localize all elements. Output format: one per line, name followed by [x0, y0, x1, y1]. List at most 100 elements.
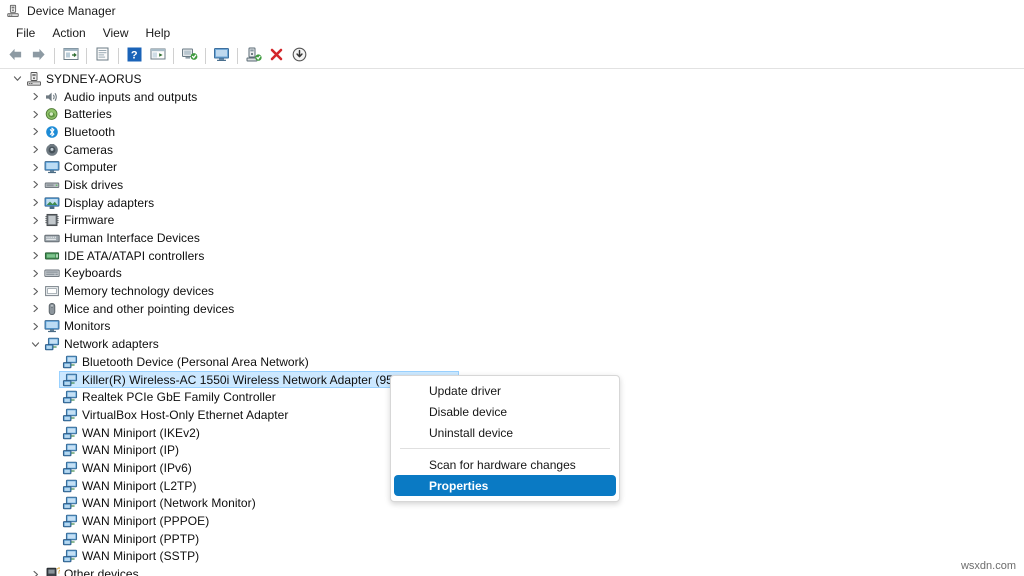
tree-row-label: WAN Miniport (SSTP): [79, 549, 199, 563]
menu-item-action[interactable]: Action: [44, 24, 94, 42]
tree-row[interactable]: IDE ATA/ATAPI controllers: [0, 247, 1024, 265]
context-menu-separator: [400, 448, 610, 449]
toolbar-separator-3: [118, 48, 119, 64]
tree-row[interactable]: Disk drives: [0, 176, 1024, 194]
chevron-right-icon[interactable]: [28, 251, 43, 260]
network-adapter-icon: [61, 425, 79, 441]
export-list-button[interactable]: [146, 45, 169, 67]
chevron-down-icon[interactable]: [10, 74, 25, 83]
tree-row-label: SYDNEY-AORUS: [43, 72, 142, 86]
context-menu-item[interactable]: Uninstall device: [394, 422, 616, 443]
tree-row-label: WAN Miniport (PPTP): [79, 532, 199, 546]
chevron-right-icon[interactable]: [28, 570, 43, 576]
chevron-down-icon[interactable]: [28, 340, 43, 349]
network-adapter-icon: [61, 442, 79, 458]
tree-row-label: WAN Miniport (IP): [79, 443, 179, 457]
network-adapter-icon: [61, 389, 79, 405]
menu-item-file[interactable]: File: [8, 24, 44, 42]
menu-item-view[interactable]: View: [95, 24, 138, 42]
speaker-icon: [43, 89, 61, 105]
chevron-right-icon[interactable]: [28, 110, 43, 119]
tree-row-label: Bluetooth: [61, 125, 115, 139]
context-menu-item[interactable]: Update driver: [394, 380, 616, 401]
chevron-right-icon[interactable]: [28, 127, 43, 136]
tree-row-label: Monitors: [61, 319, 110, 333]
tree-row[interactable]: Bluetooth: [0, 123, 1024, 141]
tree-row[interactable]: WAN Miniport (SSTP): [0, 548, 1024, 566]
chevron-right-icon[interactable]: [28, 163, 43, 172]
tree-row-label: Memory technology devices: [61, 284, 214, 298]
tree-row[interactable]: Audio inputs and outputs: [0, 88, 1024, 106]
tree-row-label: Network adapters: [61, 337, 159, 351]
bluetooth-icon: [43, 124, 61, 140]
network-adapter-icon: [61, 372, 79, 388]
forward-button[interactable]: [27, 45, 50, 67]
help-button[interactable]: ?: [123, 45, 146, 67]
svg-text:?: ?: [57, 567, 60, 576]
tree-row[interactable]: Memory technology devices: [0, 282, 1024, 300]
menu-item-help[interactable]: Help: [138, 24, 180, 42]
chevron-right-icon[interactable]: [28, 322, 43, 331]
toolbar-separator-5: [205, 48, 206, 64]
tree-row[interactable]: Firmware: [0, 212, 1024, 230]
context-menu-item[interactable]: Scan for hardware changes: [394, 454, 616, 475]
chevron-right-icon[interactable]: [28, 180, 43, 189]
tree-row-label: Disk drives: [61, 178, 123, 192]
chevron-right-icon[interactable]: [28, 216, 43, 225]
tree-row-label: Batteries: [61, 107, 112, 121]
network-adapter-icon: [61, 354, 79, 370]
tree-row-label: Audio inputs and outputs: [61, 90, 197, 104]
tree-row[interactable]: Network adapters: [0, 335, 1024, 353]
chevron-right-icon[interactable]: [28, 304, 43, 313]
chevron-right-icon[interactable]: [28, 198, 43, 207]
tree-row-label: Killer(R) Wireless-AC 1550i Wireless Net…: [79, 373, 424, 387]
tree-row[interactable]: Human Interface Devices: [0, 229, 1024, 247]
show-hide-console-tree-button[interactable]: [59, 45, 82, 67]
properties-button[interactable]: [91, 45, 114, 67]
chevron-right-icon[interactable]: [28, 145, 43, 154]
tree-row[interactable]: Keyboards: [0, 265, 1024, 283]
display-icon: [213, 47, 230, 65]
tree-row[interactable]: Monitors: [0, 318, 1024, 336]
network-adapter-icon: [61, 548, 79, 564]
scan-for-hardware-changes-button[interactable]: [178, 45, 201, 67]
context-menu[interactable]: Update driverDisable deviceUninstall dev…: [390, 375, 620, 502]
other-device-icon: ?: [43, 566, 61, 576]
show-hide-console-tree-icon: [63, 47, 79, 64]
mouse-icon: [43, 301, 61, 317]
display-button[interactable]: [210, 45, 233, 67]
tree-row[interactable]: Mice and other pointing devices: [0, 300, 1024, 318]
update-driver-button[interactable]: [242, 45, 265, 67]
ide-controller-icon: [43, 248, 61, 264]
tree-row[interactable]: Bluetooth Device (Personal Area Network): [0, 353, 1024, 371]
network-adapter-icon: [43, 336, 61, 352]
properties-icon: [95, 47, 111, 64]
network-adapter-icon: [61, 531, 79, 547]
tree-row[interactable]: SYDNEY-AORUS: [0, 70, 1024, 88]
back-button[interactable]: [4, 45, 27, 67]
tree-row[interactable]: Cameras: [0, 141, 1024, 159]
camera-icon: [43, 142, 61, 158]
tree-row[interactable]: ?Other devices: [0, 565, 1024, 576]
context-menu-item[interactable]: Properties: [394, 475, 616, 496]
chevron-right-icon[interactable]: [28, 269, 43, 278]
context-menu-item[interactable]: Disable device: [394, 401, 616, 422]
update-driver-icon: [246, 47, 262, 65]
forward-icon: [30, 47, 47, 65]
disable-device-button[interactable]: [288, 45, 311, 67]
tree-row[interactable]: Computer: [0, 158, 1024, 176]
hid-icon: [43, 230, 61, 246]
device-manager-icon: [6, 4, 20, 18]
network-adapter-icon: [61, 478, 79, 494]
tree-row-label: Firmware: [61, 213, 114, 227]
uninstall-device-button[interactable]: [265, 45, 288, 67]
tree-row[interactable]: Batteries: [0, 105, 1024, 123]
title-bar: Device Manager: [0, 0, 1024, 22]
chevron-right-icon[interactable]: [28, 287, 43, 296]
chevron-right-icon[interactable]: [28, 92, 43, 101]
tree-row[interactable]: Display adapters: [0, 194, 1024, 212]
tree-row[interactable]: WAN Miniport (PPPOE): [0, 512, 1024, 530]
chevron-right-icon[interactable]: [28, 234, 43, 243]
tree-row[interactable]: WAN Miniport (PPTP): [0, 530, 1024, 548]
network-adapter-icon: [61, 407, 79, 423]
